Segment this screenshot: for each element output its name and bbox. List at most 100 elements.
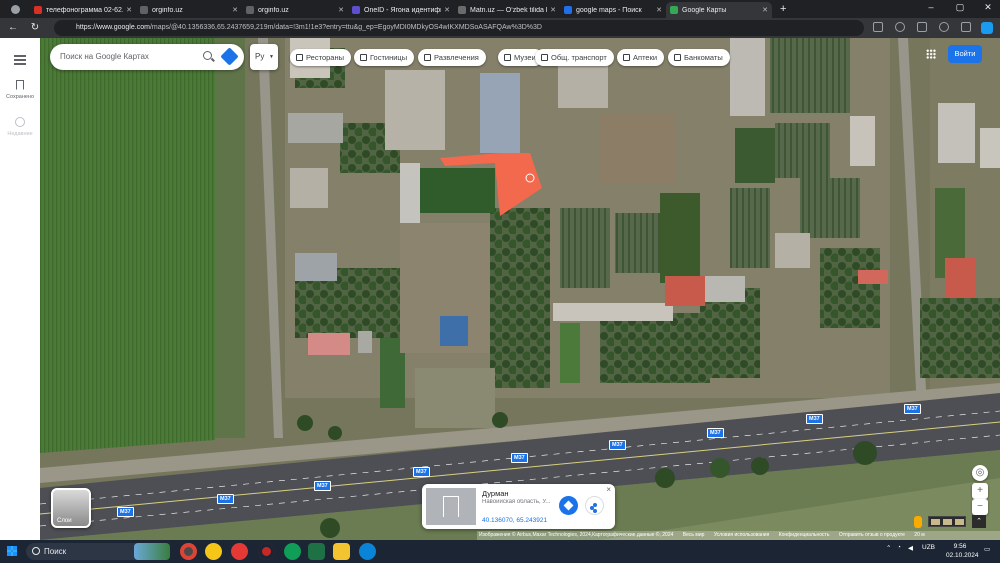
bed-icon — [360, 54, 367, 61]
history-icon[interactable] — [15, 117, 25, 127]
satellite-map[interactable] — [40, 38, 1000, 540]
split-view-icon[interactable] — [873, 22, 883, 32]
favorites-icon[interactable] — [917, 22, 927, 32]
country-link[interactable]: Весь мир — [683, 532, 705, 538]
close-window-button[interactable]: ✕ — [979, 2, 997, 13]
category-chip[interactable]: Общ. транспорт — [535, 49, 614, 66]
language-indicator[interactable]: UZB — [922, 544, 935, 551]
tab-title: orginfo.uz — [152, 6, 183, 14]
excel-icon[interactable] — [308, 543, 325, 560]
browser-tab[interactable]: OneID - Ягона идентификаци✕ — [348, 2, 454, 18]
recent-label[interactable]: Недавние — [0, 131, 40, 137]
terms-link[interactable]: Условия использования — [714, 532, 770, 538]
road-shield: M37 — [217, 494, 234, 504]
language-button[interactable]: Ру ▼ — [250, 44, 278, 70]
saved-label[interactable]: Сохранено — [0, 94, 40, 100]
privacy-link[interactable]: Конфиденциальность — [779, 532, 830, 538]
tab-favicon-icon — [458, 6, 466, 14]
clock[interactable]: 9:56 02.10.2024 — [946, 542, 979, 560]
clock-date: 02.10.2024 — [946, 552, 979, 559]
imagery-thumbnails[interactable] — [928, 516, 966, 527]
close-icon[interactable]: × — [606, 485, 611, 494]
browser-tab[interactable]: google maps - Поиск ✕ — [560, 2, 666, 18]
more-menu-icon[interactable] — [961, 22, 971, 32]
place-coordinates[interactable]: 40.136070, 65.243921 — [482, 517, 547, 524]
address-bar[interactable]: https://www.google.com/maps/@40.1356336,… — [54, 20, 864, 36]
search-placeholder: Поиск на Google Картах — [60, 52, 149, 61]
browser-tab[interactable]: orginfo.uz ✕ — [136, 2, 242, 18]
tray-chevron-icon[interactable]: ⌃ — [886, 544, 891, 552]
reload-icon[interactable]: ↻ — [28, 21, 42, 35]
zoom-in-button[interactable]: + — [972, 483, 988, 499]
directions-button[interactable] — [559, 496, 578, 515]
extensions-icon[interactable] — [895, 22, 905, 32]
tab-close-icon[interactable]: ✕ — [126, 6, 132, 14]
tab-close-icon[interactable]: ✕ — [762, 6, 768, 14]
chrome-icon[interactable] — [180, 543, 197, 560]
yandex-browser-icon[interactable] — [231, 543, 248, 560]
tab-close-icon[interactable]: ✕ — [338, 6, 344, 14]
menu-icon[interactable] — [14, 55, 26, 57]
layers-label: Слои — [57, 518, 72, 524]
category-chip[interactable]: Развлечения — [418, 49, 486, 66]
search-icon[interactable] — [203, 51, 212, 60]
place-card[interactable]: Дурман Навоийская область, У... 40.13607… — [422, 484, 615, 529]
category-chip[interactable]: Гостиницы — [354, 49, 415, 66]
place-name[interactable]: Дурман — [482, 489, 509, 498]
my-location-icon[interactable]: ◎ — [972, 465, 988, 481]
share-button[interactable] — [585, 496, 604, 515]
pegman-icon[interactable] — [914, 516, 922, 528]
chevron-down-icon: ▼ — [269, 54, 274, 60]
minimize-window-button[interactable]: – — [922, 2, 940, 12]
tab-favicon-icon — [34, 6, 42, 14]
notification-icon[interactable]: ▭ — [984, 545, 990, 553]
feedback-link[interactable]: Отправить отзыв о продукте — [839, 532, 905, 538]
chip-label: Аптеки — [633, 53, 658, 62]
layers-button[interactable]: Слои — [51, 488, 91, 528]
maps-side-rail: Сохранено Недавние — [0, 38, 40, 540]
museum-icon — [504, 54, 511, 61]
chevron-up-icon[interactable]: ⌃ — [972, 515, 986, 528]
yandex-icon[interactable] — [205, 543, 222, 560]
widget-icon[interactable] — [134, 543, 170, 560]
category-chip[interactable]: Аптеки — [617, 49, 665, 66]
file-explorer-icon[interactable] — [333, 543, 350, 560]
zoom-out-button[interactable]: − — [972, 499, 988, 515]
tab-close-icon[interactable]: ✕ — [550, 6, 556, 14]
chip-label: Гостиницы — [370, 53, 408, 62]
apps-grid-icon[interactable] — [926, 49, 936, 59]
browser-profile-icon[interactable] — [0, 1, 30, 17]
new-tab-button[interactable]: + — [780, 3, 786, 15]
place-address: Навоийская область, У... — [482, 499, 551, 505]
wifi-icon[interactable]: ◔ — [897, 544, 901, 551]
bookmark-icon[interactable] — [16, 80, 24, 90]
windows-start-icon[interactable] — [7, 546, 17, 556]
opera-icon[interactable] — [258, 543, 275, 560]
tab-title: OneID - Ягона идентификаци — [364, 6, 441, 14]
sign-in-button[interactable]: Войти — [948, 45, 982, 63]
browser-tab[interactable]: orginfo.uz ✕ — [242, 2, 348, 18]
tab-title: Google Карты — [682, 6, 727, 14]
edge-icon[interactable] — [359, 543, 376, 560]
browser-tab[interactable]: Matn.uz — O‘zbek tilida bexato✕ — [454, 2, 560, 18]
tab-close-icon[interactable]: ✕ — [232, 6, 238, 14]
chip-label: Музеи — [514, 53, 536, 62]
category-chip[interactable]: Банкоматы — [668, 49, 730, 66]
tab-close-icon[interactable]: ✕ — [656, 6, 662, 14]
bus-icon — [541, 54, 548, 61]
copilot-sidebar-icon[interactable] — [981, 22, 993, 34]
edge-dev-icon[interactable] — [284, 543, 301, 560]
browser-tab[interactable]: Google Карты ✕ — [666, 2, 772, 18]
browser-tab[interactable]: телефонограмма 02-62.PDF✕ — [30, 2, 136, 18]
category-chip[interactable]: Рестораны — [290, 49, 351, 66]
search-input[interactable]: Поиск на Google Картах — [50, 44, 244, 70]
directions-icon[interactable] — [220, 47, 239, 66]
copilot-icon[interactable] — [939, 22, 949, 32]
place-photo[interactable] — [426, 488, 476, 525]
url-host: https://www.google.com — [76, 24, 150, 31]
volume-icon[interactable]: ◀ — [908, 544, 913, 552]
tab-close-icon[interactable]: ✕ — [444, 6, 450, 14]
maximize-window-button[interactable]: ▢ — [951, 2, 969, 13]
back-icon[interactable]: ← — [6, 21, 20, 35]
road-shield: M37 — [904, 404, 921, 414]
